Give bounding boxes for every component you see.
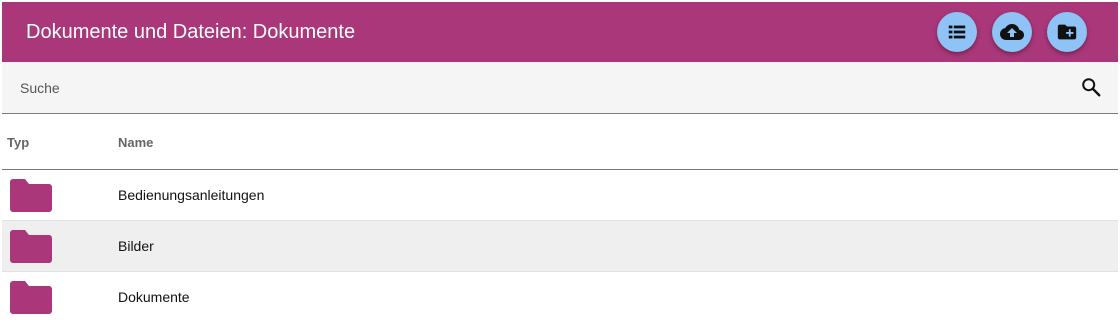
row-name[interactable]: Dokumente: [118, 289, 190, 305]
cloud-upload-icon: [1000, 24, 1024, 40]
table-row[interactable]: Bilder: [2, 221, 1118, 272]
create-folder-icon: [1057, 24, 1077, 40]
row-name[interactable]: Bilder: [118, 238, 154, 254]
app-header: Dokumente und Dateien: Dokumente: [2, 2, 1118, 62]
create-folder-button[interactable]: [1047, 12, 1087, 52]
list-view-icon: [948, 25, 966, 39]
table-row[interactable]: Dokumente: [2, 272, 1118, 322]
table-row[interactable]: Bedienungsanleitungen: [2, 170, 1118, 221]
folder-icon: [10, 230, 52, 263]
documents-app: Dokumente und Dateien: Dokumente Suche T…: [2, 2, 1118, 322]
column-header-name[interactable]: Name: [118, 135, 153, 150]
list-view-button[interactable]: [937, 12, 977, 52]
column-header-type[interactable]: Typ: [7, 135, 29, 150]
folder-icon: [10, 179, 52, 212]
page-title: Dokumente und Dateien: Dokumente: [26, 20, 356, 43]
upload-button[interactable]: [992, 12, 1032, 52]
header-actions: [937, 12, 1087, 52]
search-bar: [2, 62, 1118, 114]
table-header: Typ Name: [2, 114, 1118, 170]
folder-icon: [10, 281, 52, 314]
search-input[interactable]: [18, 78, 1062, 97]
search-icon[interactable]: [1080, 76, 1102, 98]
row-name[interactable]: Bedienungsanleitungen: [118, 187, 264, 203]
